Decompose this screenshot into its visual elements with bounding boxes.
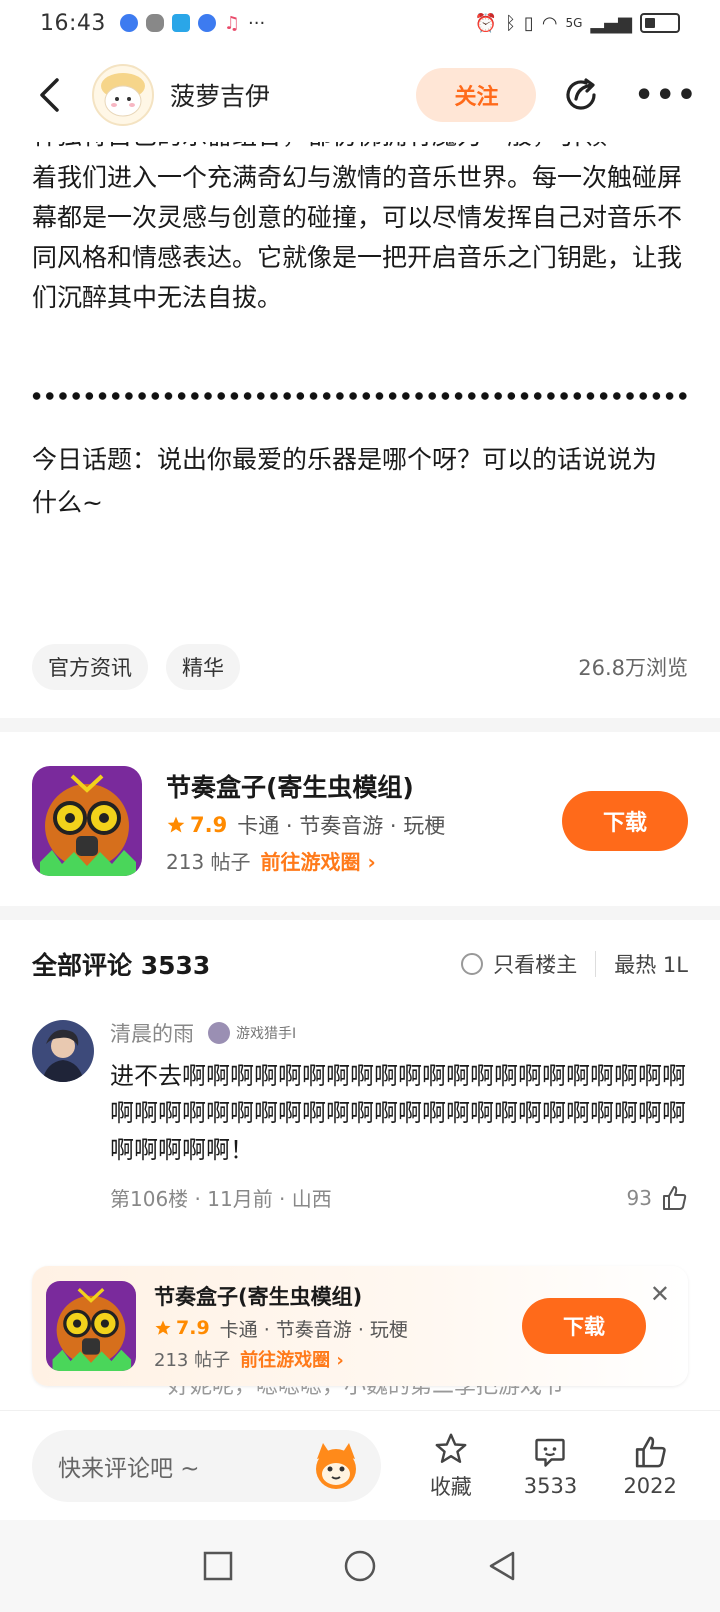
- comment-count-button[interactable]: 3533: [501, 1434, 601, 1498]
- commenter-avatar-image: [32, 1020, 94, 1082]
- share-icon: [566, 78, 597, 110]
- comment-footer: 第106楼 · 11月前 · 山西 93: [110, 1183, 688, 1212]
- author-name[interactable]: 菠萝吉伊: [170, 77, 270, 113]
- comment-text[interactable]: 进不去啊啊啊啊啊啊啊啊啊啊啊啊啊啊啊啊啊啊啊啊啊啊啊啊啊啊啊啊啊啊啊啊啊啊啊啊啊…: [110, 1058, 688, 1169]
- author-avatar[interactable]: [92, 64, 154, 126]
- close-icon[interactable]: ✕: [650, 1280, 670, 1308]
- comments-header: 全部评论 3533 只看楼主 最热 1L: [32, 942, 688, 986]
- comment-meta: 第106楼 · 11月前 · 山西: [110, 1187, 332, 1211]
- app-notification-icon-2: [197, 14, 216, 32]
- back-button[interactable]: [30, 75, 70, 115]
- home-icon[interactable]: [343, 1549, 377, 1583]
- today-topic: 今日话题：说出你最爱的乐器是哪个呀？可以的话说说为什么~: [32, 445, 658, 517]
- radio-icon: [461, 953, 484, 975]
- only-op-toggle[interactable]: 只看楼主: [461, 949, 577, 979]
- wechat-icon: [145, 14, 164, 32]
- signal-icon: ▂▄▆: [590, 12, 632, 34]
- comments-title: 全部评论 3533: [32, 951, 211, 980]
- post-tags: 官方资讯 精华 26.8万浏览: [32, 644, 688, 690]
- battery-icon: [640, 13, 680, 33]
- article-cut-line: 种独特自己的乐器组合，都仿佛拥有魔力一般，引领: [32, 142, 688, 158]
- like-button[interactable]: 2022: [600, 1434, 700, 1498]
- status-bar: 16:43 ♫ ··· ⏰ ᛒ ▯ ◠ 5G ▂▄▆: [0, 0, 720, 46]
- floating-game-tags: 卡通 · 节奏音游 · 玩梗: [219, 1318, 408, 1341]
- game-card[interactable]: 节奏盒子(寄生虫模组) 7.9 卡通 · 节奏音游 · 玩梗 213 帖子 前往…: [32, 764, 688, 878]
- chiikawa-avatar-image: [101, 73, 145, 117]
- share-button[interactable]: [560, 73, 604, 117]
- game-sub: 213 帖子 前往游戏圈 ›: [166, 846, 562, 875]
- tag-featured[interactable]: 精华: [166, 644, 240, 690]
- gasmask-game-art-small: [46, 1281, 136, 1371]
- comment-bubble-icon: [535, 1438, 566, 1467]
- game-tags: 卡通 · 节奏音游 · 玩梗: [237, 813, 446, 838]
- header-separator: [595, 951, 597, 977]
- bluetooth-icon: ᛒ: [505, 12, 516, 34]
- game-meta: 7.9 卡通 · 节奏音游 · 玩梗: [166, 810, 562, 840]
- section-divider: [0, 718, 720, 732]
- floating-game-sub: 213 帖子 前往游戏圈 ›: [154, 1346, 522, 1372]
- vibrate-icon: ▯: [523, 12, 534, 34]
- network-type: 5G: [565, 16, 583, 30]
- music-icon: ♫: [223, 12, 241, 34]
- next-comment-peek: 好妮呢，嗯嗯嗯，小魏的第二季把游戏节: [168, 1386, 565, 1399]
- back-nav-icon[interactable]: [487, 1550, 517, 1582]
- chevron-left-icon: [40, 78, 59, 112]
- floating-game-icon[interactable]: [46, 1281, 136, 1371]
- system-nav-bar: [0, 1520, 720, 1612]
- comment-user-row: 清晨的雨 游戏猎手I: [110, 1016, 688, 1050]
- app-notification-icon: [119, 14, 138, 32]
- wifi-icon: ◠: [541, 12, 558, 34]
- commenter-avatar[interactable]: [32, 1020, 94, 1082]
- user-badge: 游戏猎手I: [208, 1022, 296, 1044]
- reader-icon: [171, 14, 190, 32]
- sort-dropdown[interactable]: 最热 1L: [614, 949, 688, 979]
- article-paragraph: 着我们进入一个充满奇幻与激情的音乐世界。每一次触碰屏幕都是一次灵感与创意的碰撞，…: [32, 163, 683, 312]
- floating-game-info: 节奏盒子(寄生虫模组) 7.9 卡通 · 节奏音游 · 玩梗 213 帖子 前往…: [154, 1281, 522, 1372]
- thumbs-up-icon: [636, 1436, 666, 1467]
- recent-apps-icon[interactable]: [203, 1551, 233, 1581]
- status-time: 16:43: [40, 10, 106, 36]
- comment-input-placeholder: 快来评论吧 ~: [58, 1455, 200, 1482]
- game-rating: 7.9: [166, 813, 227, 837]
- star-icon: [167, 816, 185, 832]
- gasmask-game-art: [32, 766, 142, 876]
- floating-download-button[interactable]: 下载: [522, 1298, 646, 1354]
- floating-go-to-game-circle-link[interactable]: 前往游戏圈 ›: [240, 1346, 344, 1372]
- post-header: 菠萝吉伊 关注 •••: [0, 50, 720, 140]
- game-hunter-badge-icon: [208, 1022, 230, 1044]
- tag-official-news[interactable]: 官方资讯: [32, 644, 148, 690]
- floating-game-rating: 7.9: [154, 1317, 210, 1339]
- comment-input[interactable]: 快来评论吧 ~: [32, 1429, 381, 1502]
- game-icon[interactable]: [32, 766, 142, 876]
- floating-game-title[interactable]: 节奏盒子(寄生虫模组): [154, 1281, 522, 1311]
- more-options-button[interactable]: •••: [634, 78, 698, 113]
- game-title[interactable]: 节奏盒子(寄生虫模组): [166, 768, 562, 804]
- section-divider-2: [0, 906, 720, 920]
- download-button[interactable]: 下载: [562, 791, 688, 851]
- floating-game-meta: 7.9 卡通 · 节奏音游 · 玩梗: [154, 1315, 522, 1342]
- collect-button[interactable]: 收藏: [401, 1431, 501, 1501]
- view-count: 26.8万浏览: [578, 656, 688, 680]
- more-notifications-icon: ···: [248, 12, 266, 34]
- follow-button[interactable]: 关注: [416, 68, 537, 122]
- floating-game-post-count: 213 帖子: [154, 1349, 231, 1371]
- commenter-name[interactable]: 清晨的雨: [110, 1018, 194, 1048]
- bottom-action-bar: 快来评论吧 ~ 收藏 3533 2022: [0, 1410, 720, 1520]
- star-outline-icon: [435, 1433, 467, 1463]
- article-body: 种独特自己的乐器组合，都仿佛拥有魔力一般，引领 着我们进入一个充满奇幻与激情的音…: [32, 142, 688, 318]
- star-icon: [155, 1320, 171, 1335]
- thumbs-up-icon: [663, 1185, 687, 1210]
- game-post-count: 213 帖子: [166, 849, 251, 874]
- floating-game-card[interactable]: 节奏盒子(寄生虫模组) 7.9 卡通 · 节奏音游 · 玩梗 213 帖子 前往…: [32, 1266, 688, 1386]
- game-info: 节奏盒子(寄生虫模组) 7.9 卡通 · 节奏音游 · 玩梗 213 帖子 前往…: [166, 768, 562, 875]
- comment-like-button[interactable]: 93: [627, 1184, 688, 1212]
- go-to-game-circle-link[interactable]: 前往游戏圈 ›: [261, 846, 376, 875]
- dotted-divider: [30, 392, 690, 400]
- alarm-icon: ⏰: [474, 12, 498, 34]
- comment-body: 清晨的雨 游戏猎手I 进不去啊啊啊啊啊啊啊啊啊啊啊啊啊啊啊啊啊啊啊啊啊啊啊啊啊啊…: [110, 1016, 688, 1212]
- mascot-emoji-icon[interactable]: [309, 1439, 363, 1493]
